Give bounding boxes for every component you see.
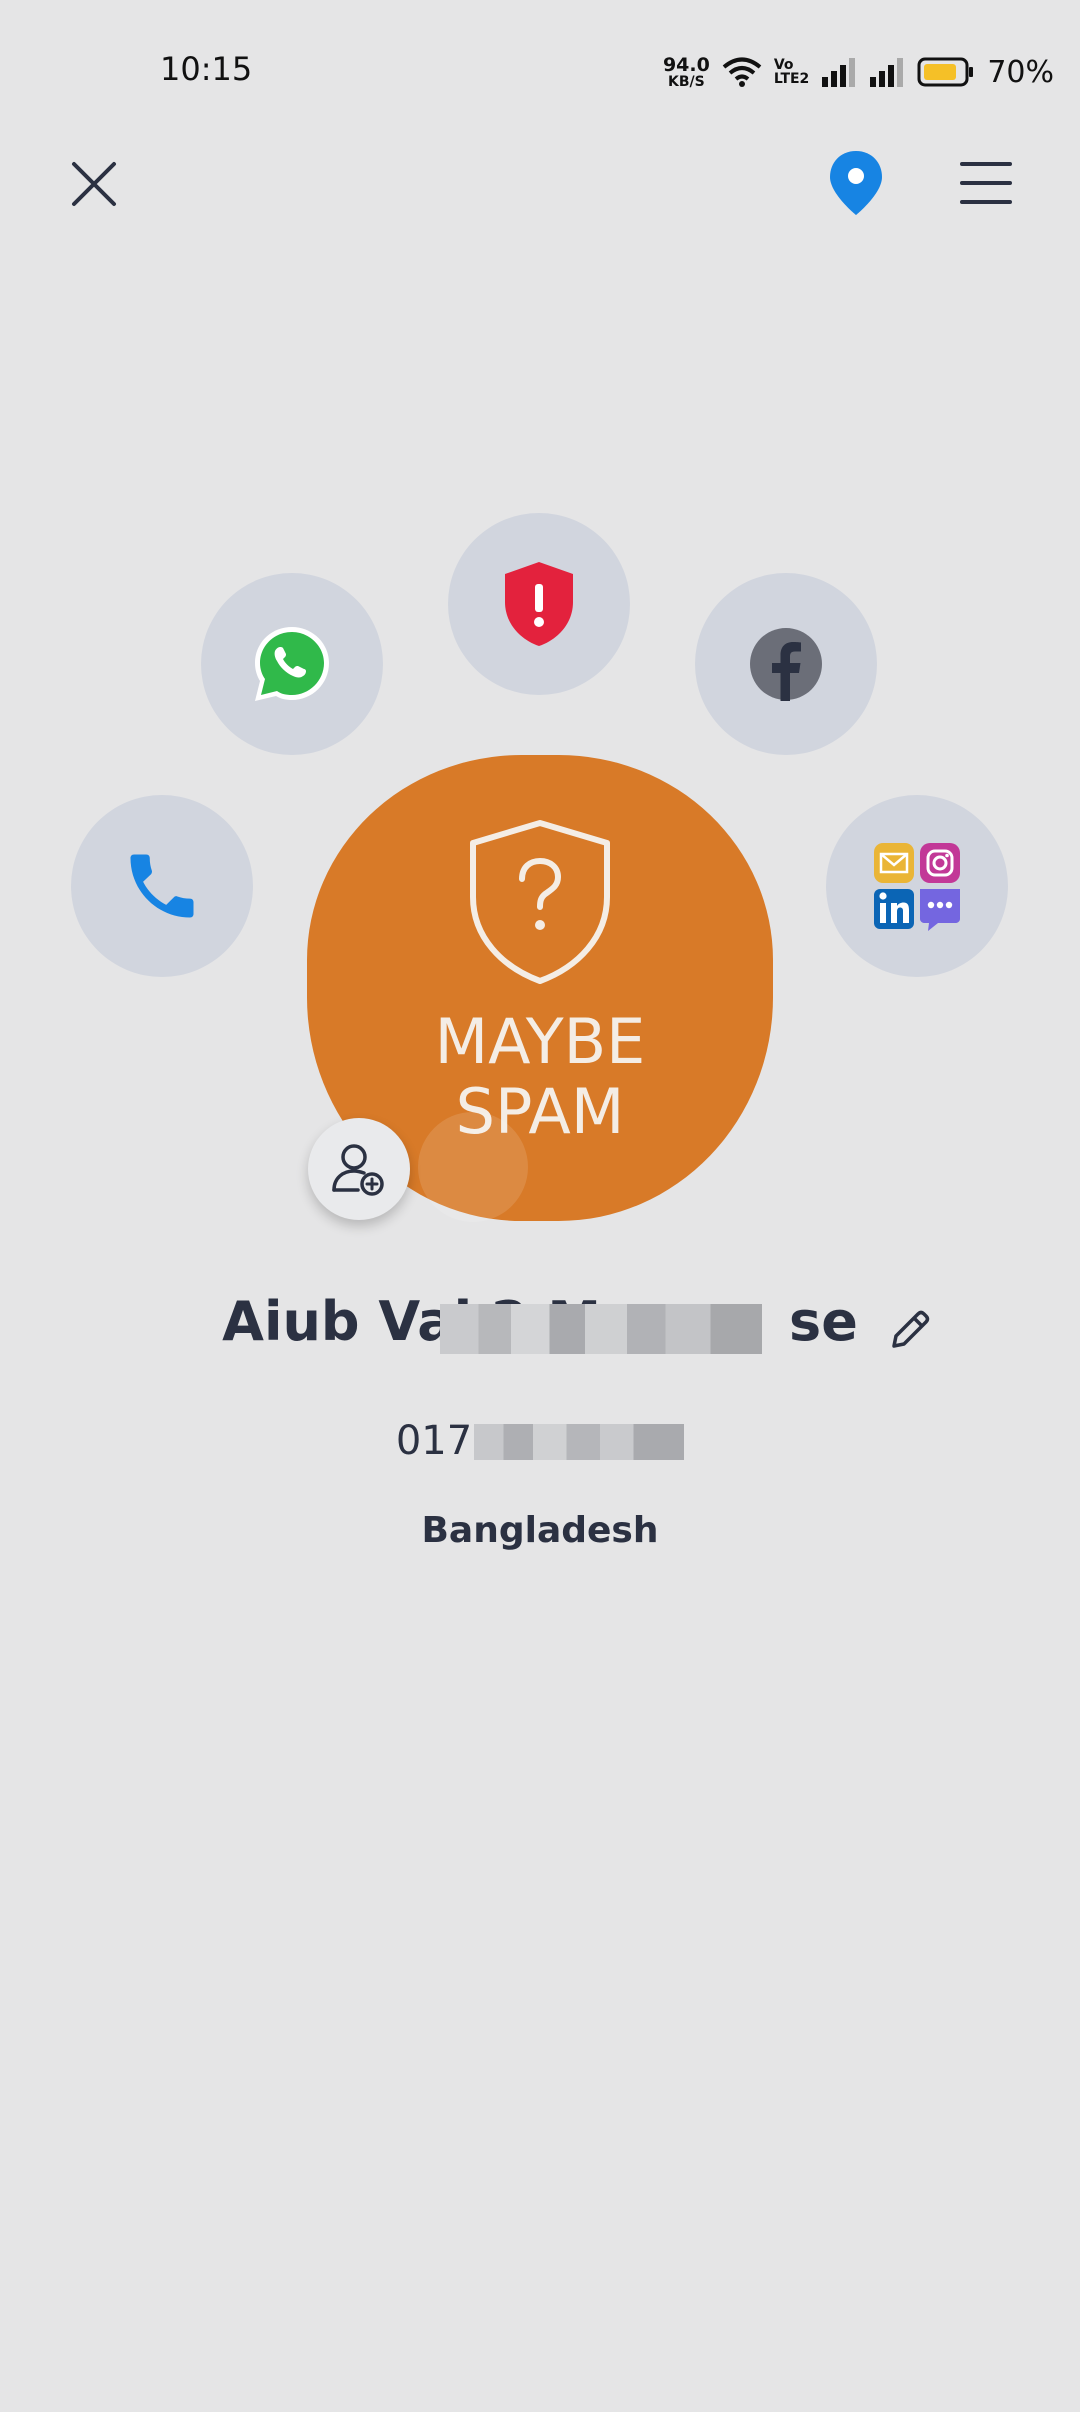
phone-icon — [130, 854, 194, 918]
phone-redaction — [474, 1424, 684, 1460]
signal-icon-2 — [870, 58, 904, 87]
social-apps-button[interactable] — [826, 795, 1008, 977]
add-contact-icon — [332, 1144, 384, 1196]
spam-shield-icon — [505, 562, 573, 646]
menu-icon — [960, 162, 1012, 204]
net-speed-unit: KB/S — [668, 73, 705, 90]
location-pin-icon — [830, 151, 882, 215]
add-contact-button[interactable] — [308, 1118, 410, 1220]
location-button[interactable] — [826, 148, 886, 218]
battery-percent: 70% — [987, 54, 1054, 90]
signal-icon — [822, 58, 856, 87]
volte-bottom: LTE2 — [773, 71, 810, 87]
contact-country: Bangladesh — [421, 1510, 659, 1551]
spam-report-button[interactable] — [448, 513, 630, 695]
close-icon — [72, 162, 116, 206]
volte-indicator: Vo LTE2 — [774, 58, 809, 86]
phone-number-text: 017 — [395, 1418, 473, 1464]
social-apps-icon — [874, 843, 960, 931]
touch-ripple — [418, 1112, 528, 1222]
facebook-icon — [750, 628, 822, 701]
facebook-button[interactable] — [695, 573, 877, 755]
battery-icon — [917, 57, 974, 87]
whatsapp-icon — [255, 627, 329, 701]
call-button[interactable] — [71, 795, 253, 977]
edit-name-button[interactable] — [886, 1306, 934, 1354]
status-icons: 94.0 KB/S Vo LTE2 70% — [663, 50, 1054, 94]
net-speed: 94.0 KB/S — [662, 53, 710, 90]
question-shield-icon — [470, 820, 610, 984]
status-time: 10:15 — [160, 50, 253, 88]
volte-top: Vo — [773, 57, 794, 73]
menu-button[interactable] — [956, 156, 1016, 210]
wifi-icon — [722, 57, 762, 87]
close-button[interactable] — [62, 152, 126, 216]
net-speed-value: 94.0 — [662, 53, 710, 76]
pencil-icon — [892, 1310, 930, 1348]
whatsapp-button[interactable] — [201, 573, 383, 755]
name-redaction — [440, 1304, 762, 1354]
spam-label-line1: MAYBE — [434, 1005, 646, 1078]
